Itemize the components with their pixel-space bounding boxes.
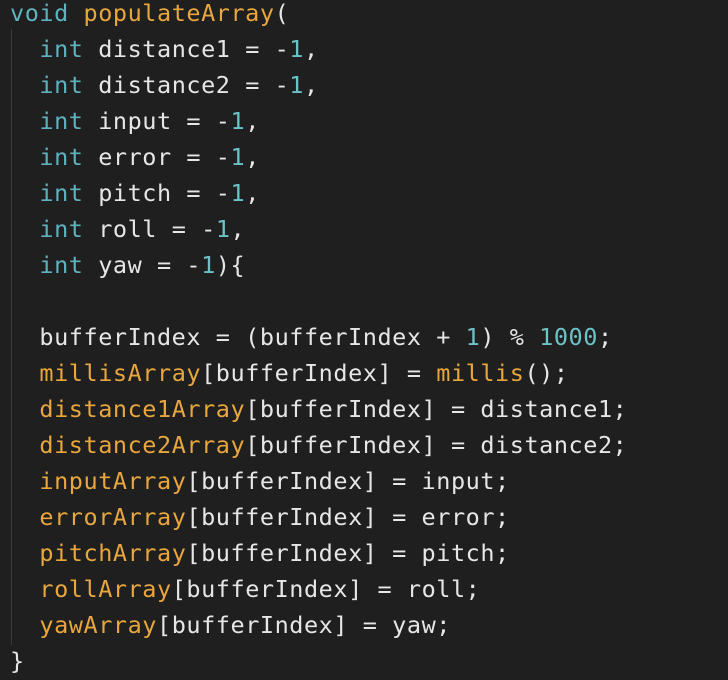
code-line[interactable]: rollArray[bufferIndex] = roll; [10, 571, 480, 607]
code-token: distance2 = - [83, 71, 290, 99]
code-line[interactable]: pitchArray[bufferIndex] = pitch; [10, 535, 510, 571]
code-token: [bufferIndex] = distance1; [245, 395, 628, 423]
code-line[interactable]: inputArray[bufferIndex] = input; [10, 463, 510, 499]
code-token: input = - [83, 107, 231, 135]
code-token: 1000 [539, 323, 598, 351]
code-token: int [39, 143, 84, 171]
code-token: } [10, 647, 25, 675]
code-line[interactable]: } [10, 643, 25, 679]
code-token: int [39, 179, 84, 207]
code-token: , [304, 71, 319, 99]
code-line[interactable]: int pitch = -1, [10, 175, 260, 211]
code-token: roll = - [83, 215, 216, 243]
code-line[interactable]: distance1Array[bufferIndex] = distance1; [10, 391, 627, 427]
code-token: 1 [289, 35, 304, 63]
code-token: , [230, 215, 246, 243]
code-token: distance1 = - [83, 35, 290, 63]
code-token: int [39, 71, 84, 99]
code-line[interactable]: errorArray[bufferIndex] = error; [10, 499, 510, 535]
code-token: millis [436, 359, 525, 387]
code-line[interactable]: yawArray[bufferIndex] = yaw; [10, 607, 451, 643]
code-token: [bufferIndex] = pitch; [186, 539, 510, 567]
code-line[interactable]: int yaw = -1){ [10, 247, 245, 283]
code-line[interactable]: millisArray[bufferIndex] = millis(); [10, 355, 569, 391]
code-token: 1 [230, 179, 246, 207]
code-token: inputArray [39, 467, 187, 495]
code-token: errorArray [39, 503, 187, 531]
code-editor[interactable]: void populateArray( int distance1 = -1, … [0, 0, 728, 680]
code-token: yaw = - [83, 251, 202, 279]
code-token: pitch = - [83, 179, 231, 207]
code-token: [bufferIndex] = [201, 359, 437, 387]
code-token: , [245, 107, 260, 135]
code-token: 1 [230, 143, 246, 171]
code-token: int [39, 35, 84, 63]
code-line[interactable]: int roll = -1, [10, 211, 245, 247]
code-token: ; [597, 323, 613, 351]
code-token: 1 [215, 215, 231, 243]
code-token: 1 [465, 323, 481, 351]
code-token: int [39, 251, 84, 279]
code-line[interactable]: int distance2 = -1, [10, 67, 319, 103]
code-token: rollArray [39, 575, 172, 603]
code-token: 1 [230, 107, 246, 135]
code-token: [bufferIndex] = distance2; [245, 431, 628, 459]
code-token: error = - [83, 143, 231, 171]
code-token: void [10, 0, 69, 27]
code-token: [bufferIndex] = error; [186, 503, 510, 531]
code-token: , [245, 143, 260, 171]
code-token: bufferIndex = (bufferIndex + [10, 323, 466, 351]
code-line[interactable]: bufferIndex = (bufferIndex + 1) % 1000; [10, 319, 613, 355]
code-token: distance1Array [39, 395, 246, 423]
code-line[interactable]: int error = -1, [10, 139, 260, 175]
code-line[interactable]: int input = -1, [10, 103, 260, 139]
code-token: int [39, 215, 84, 243]
code-token: 1 [289, 71, 304, 99]
code-line[interactable]: void populateArray( [10, 0, 289, 31]
code-token: millisArray [39, 359, 202, 387]
code-token: int [39, 107, 84, 135]
code-token: , [245, 179, 260, 207]
code-token: ( [274, 0, 290, 27]
code-token: ){ [215, 251, 246, 279]
code-token: yawArray [39, 611, 157, 639]
code-token: pitchArray [39, 539, 187, 567]
code-token: distance2Array [39, 431, 246, 459]
code-token: ) % [480, 323, 540, 351]
code-token: (); [524, 359, 569, 387]
code-line[interactable]: distance2Array[bufferIndex] = distance2; [10, 427, 627, 463]
code-token: populateArray [83, 0, 275, 27]
code-token: [bufferIndex] = roll; [171, 575, 481, 603]
code-token: 1 [201, 251, 216, 279]
code-line[interactable]: int distance1 = -1, [10, 31, 319, 67]
code-token: , [304, 35, 319, 63]
code-token: [bufferIndex] = input; [186, 467, 510, 495]
code-token: [bufferIndex] = yaw; [157, 611, 451, 639]
